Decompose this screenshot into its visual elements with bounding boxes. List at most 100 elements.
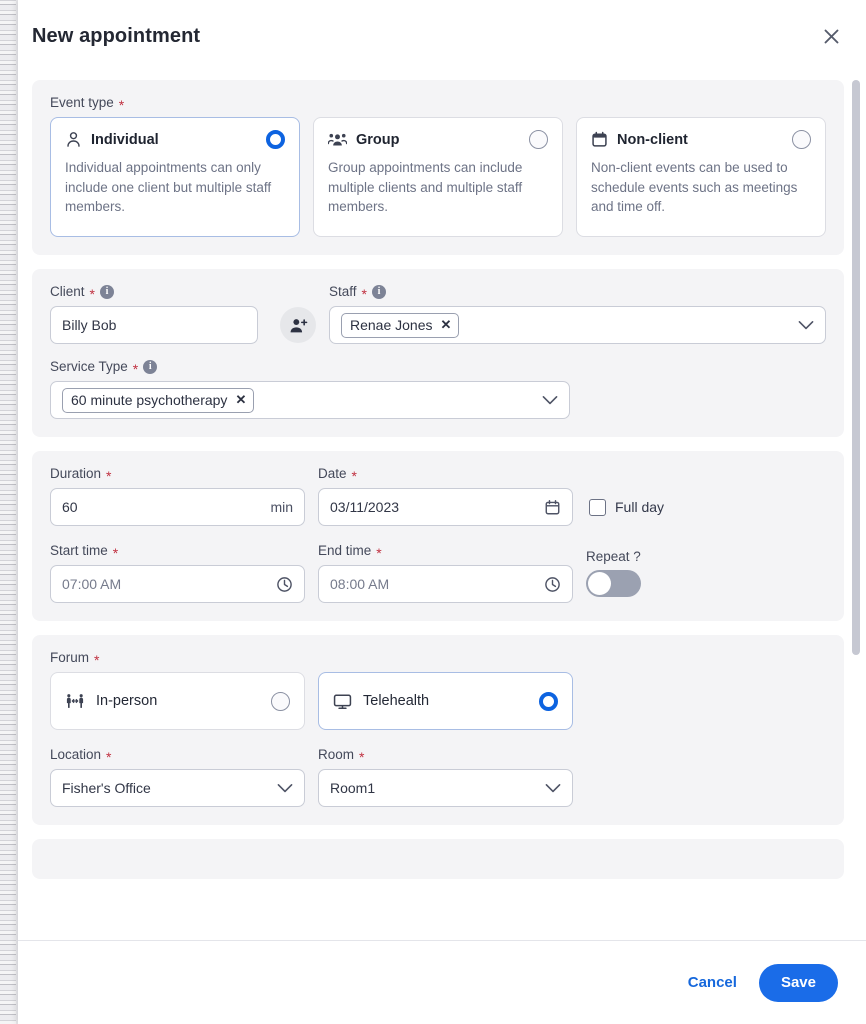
clock-icon[interactable] xyxy=(544,576,561,593)
full-day-checkbox[interactable] xyxy=(589,498,606,516)
client-label: Client * i xyxy=(50,285,258,302)
required-asterisk: * xyxy=(361,286,367,302)
remove-token-icon[interactable]: ✕ xyxy=(235,392,246,408)
event-type-card-header: Group xyxy=(328,130,548,149)
clock-icon[interactable] xyxy=(276,576,293,593)
service-type-label-text: Service Type xyxy=(50,359,128,375)
event-type-options: Individual Individual appointments can o… xyxy=(50,117,826,237)
event-type-description: Group appointments can include multiple … xyxy=(328,160,523,215)
required-asterisk: * xyxy=(94,652,100,668)
event-type-name: Individual xyxy=(91,131,159,148)
info-icon[interactable]: i xyxy=(143,360,158,374)
forum-section: Forum * In-person Telehealth Location * … xyxy=(32,635,844,825)
calendar-icon[interactable] xyxy=(544,499,561,516)
repeat-switch[interactable] xyxy=(586,570,641,597)
client-value: Billy Bob xyxy=(62,317,117,333)
repeat-switch-knob xyxy=(588,572,611,595)
event-type-card-non-client[interactable]: Non-client Non-client events can be used… xyxy=(576,117,826,237)
location-select[interactable]: Fisher's Office xyxy=(50,769,305,807)
required-asterisk: * xyxy=(351,468,357,484)
add-person-icon[interactable] xyxy=(280,307,316,343)
background-page-strip xyxy=(0,0,16,1024)
staff-field-group: Staff * i Renae Jones ✕ xyxy=(329,285,826,344)
event-type-radio-group[interactable] xyxy=(529,130,548,149)
forum-options: In-person Telehealth xyxy=(50,672,826,730)
forum-label: Forum * xyxy=(50,651,826,668)
client-field-group: Client * i Billy Bob xyxy=(50,285,258,344)
room-select[interactable]: Room1 xyxy=(318,769,573,807)
close-icon[interactable] xyxy=(814,19,848,53)
duration-label-text: Duration xyxy=(50,466,102,482)
new-appointment-modal: New appointment Event type * Individual … xyxy=(18,0,866,1024)
forum-radio-in-person[interactable] xyxy=(271,691,290,711)
date-value: 03/11/2023 xyxy=(330,499,400,515)
form-scrollbar[interactable] xyxy=(852,80,860,940)
forum-card-in-person[interactable]: In-person xyxy=(50,672,305,730)
chevron-down-icon[interactable] xyxy=(798,320,814,331)
start-time-value: 07:00 AM xyxy=(62,576,122,592)
location-label: Location * xyxy=(50,747,305,765)
client-input[interactable]: Billy Bob xyxy=(50,306,258,344)
modal-body: Event type * Individual Individual appoi… xyxy=(18,72,866,940)
info-icon[interactable]: i xyxy=(371,285,386,299)
event-type-description: Individual appointments can only include… xyxy=(65,160,272,215)
required-asterisk: * xyxy=(359,749,365,765)
location-value: Fisher's Office xyxy=(62,780,151,796)
service-type-token-label: 60 minute psychotherapy xyxy=(71,391,228,408)
required-asterisk: * xyxy=(89,286,95,302)
in-person-icon xyxy=(65,692,85,710)
event-type-card-header: Non-client xyxy=(591,130,811,149)
event-type-radio-individual[interactable] xyxy=(266,130,285,149)
event-type-name: Group xyxy=(356,131,400,148)
save-button[interactable]: Save xyxy=(758,963,838,1002)
remove-token-icon[interactable]: ✕ xyxy=(441,317,452,333)
chevron-down-icon[interactable] xyxy=(545,783,561,794)
location-room-row: Location * Fisher's Office Room * Room1 xyxy=(50,748,826,807)
chevron-down-icon[interactable] xyxy=(542,395,558,406)
repeat-label-text: Repeat ? xyxy=(586,548,641,564)
duration-input[interactable]: 60 min xyxy=(50,488,305,526)
forum-card-telehealth[interactable]: Telehealth xyxy=(318,672,573,730)
repeat-field-group: Repeat ? xyxy=(586,548,666,604)
staff-label: Staff * i xyxy=(329,284,826,302)
event-type-radio-non-client[interactable] xyxy=(792,130,811,149)
form-scroll-area: Event type * Individual Individual appoi… xyxy=(18,72,866,940)
event-type-card-group[interactable]: Group Group appointments can include mul… xyxy=(313,117,563,237)
staff-select[interactable]: Renae Jones ✕ xyxy=(329,306,826,344)
duration-value: 60 xyxy=(62,499,78,515)
calendar-icon xyxy=(591,131,608,148)
staff-token-label: Renae Jones xyxy=(350,316,433,333)
room-label-text: Room xyxy=(318,747,355,763)
room-value: Room1 xyxy=(330,780,376,796)
event-type-name: Non-client xyxy=(617,131,688,148)
end-time-input[interactable]: 08:00 AM xyxy=(318,565,573,603)
schedule-section: Duration * 60 min Date * 03/11/2023 Full… xyxy=(32,451,844,621)
form-scrollbar-thumb[interactable] xyxy=(852,80,860,655)
event-type-section: Event type * Individual Individual appoi… xyxy=(32,80,844,255)
time-row: Start time * 07:00 AM End time * 08:00 A… xyxy=(50,544,826,603)
date-label: Date * xyxy=(318,467,573,484)
required-asterisk: * xyxy=(112,545,119,561)
staff-label-text: Staff xyxy=(329,284,357,300)
event-type-card-individual[interactable]: Individual Individual appointments can o… xyxy=(50,117,300,237)
forum-radio-telehealth[interactable] xyxy=(539,691,558,711)
service-type-token: 60 minute psychotherapy ✕ xyxy=(62,387,255,413)
start-time-field-group: Start time * 07:00 AM xyxy=(50,544,305,603)
full-day-label: Full day xyxy=(615,499,665,515)
service-type-select[interactable]: 60 minute psychotherapy ✕ xyxy=(50,381,570,419)
modal-header: New appointment xyxy=(18,0,866,72)
info-icon[interactable]: i xyxy=(99,285,114,299)
forum-option-name: Telehealth xyxy=(363,693,430,709)
cancel-button[interactable]: Cancel xyxy=(682,966,743,999)
full-day-toggle[interactable]: Full day xyxy=(589,488,664,526)
monitor-icon xyxy=(333,693,352,710)
start-time-input[interactable]: 07:00 AM xyxy=(50,565,305,603)
service-type-row: Service Type * i 60 minute psychotherapy… xyxy=(50,360,826,419)
location-label-text: Location xyxy=(50,747,102,763)
duration-label: Duration * xyxy=(50,466,305,483)
chevron-down-icon[interactable] xyxy=(277,783,293,794)
date-input[interactable]: 03/11/2023 xyxy=(318,488,573,526)
required-asterisk: * xyxy=(376,545,382,561)
required-asterisk: * xyxy=(106,749,112,765)
event-type-description: Non-client events can be used to schedul… xyxy=(591,160,798,215)
